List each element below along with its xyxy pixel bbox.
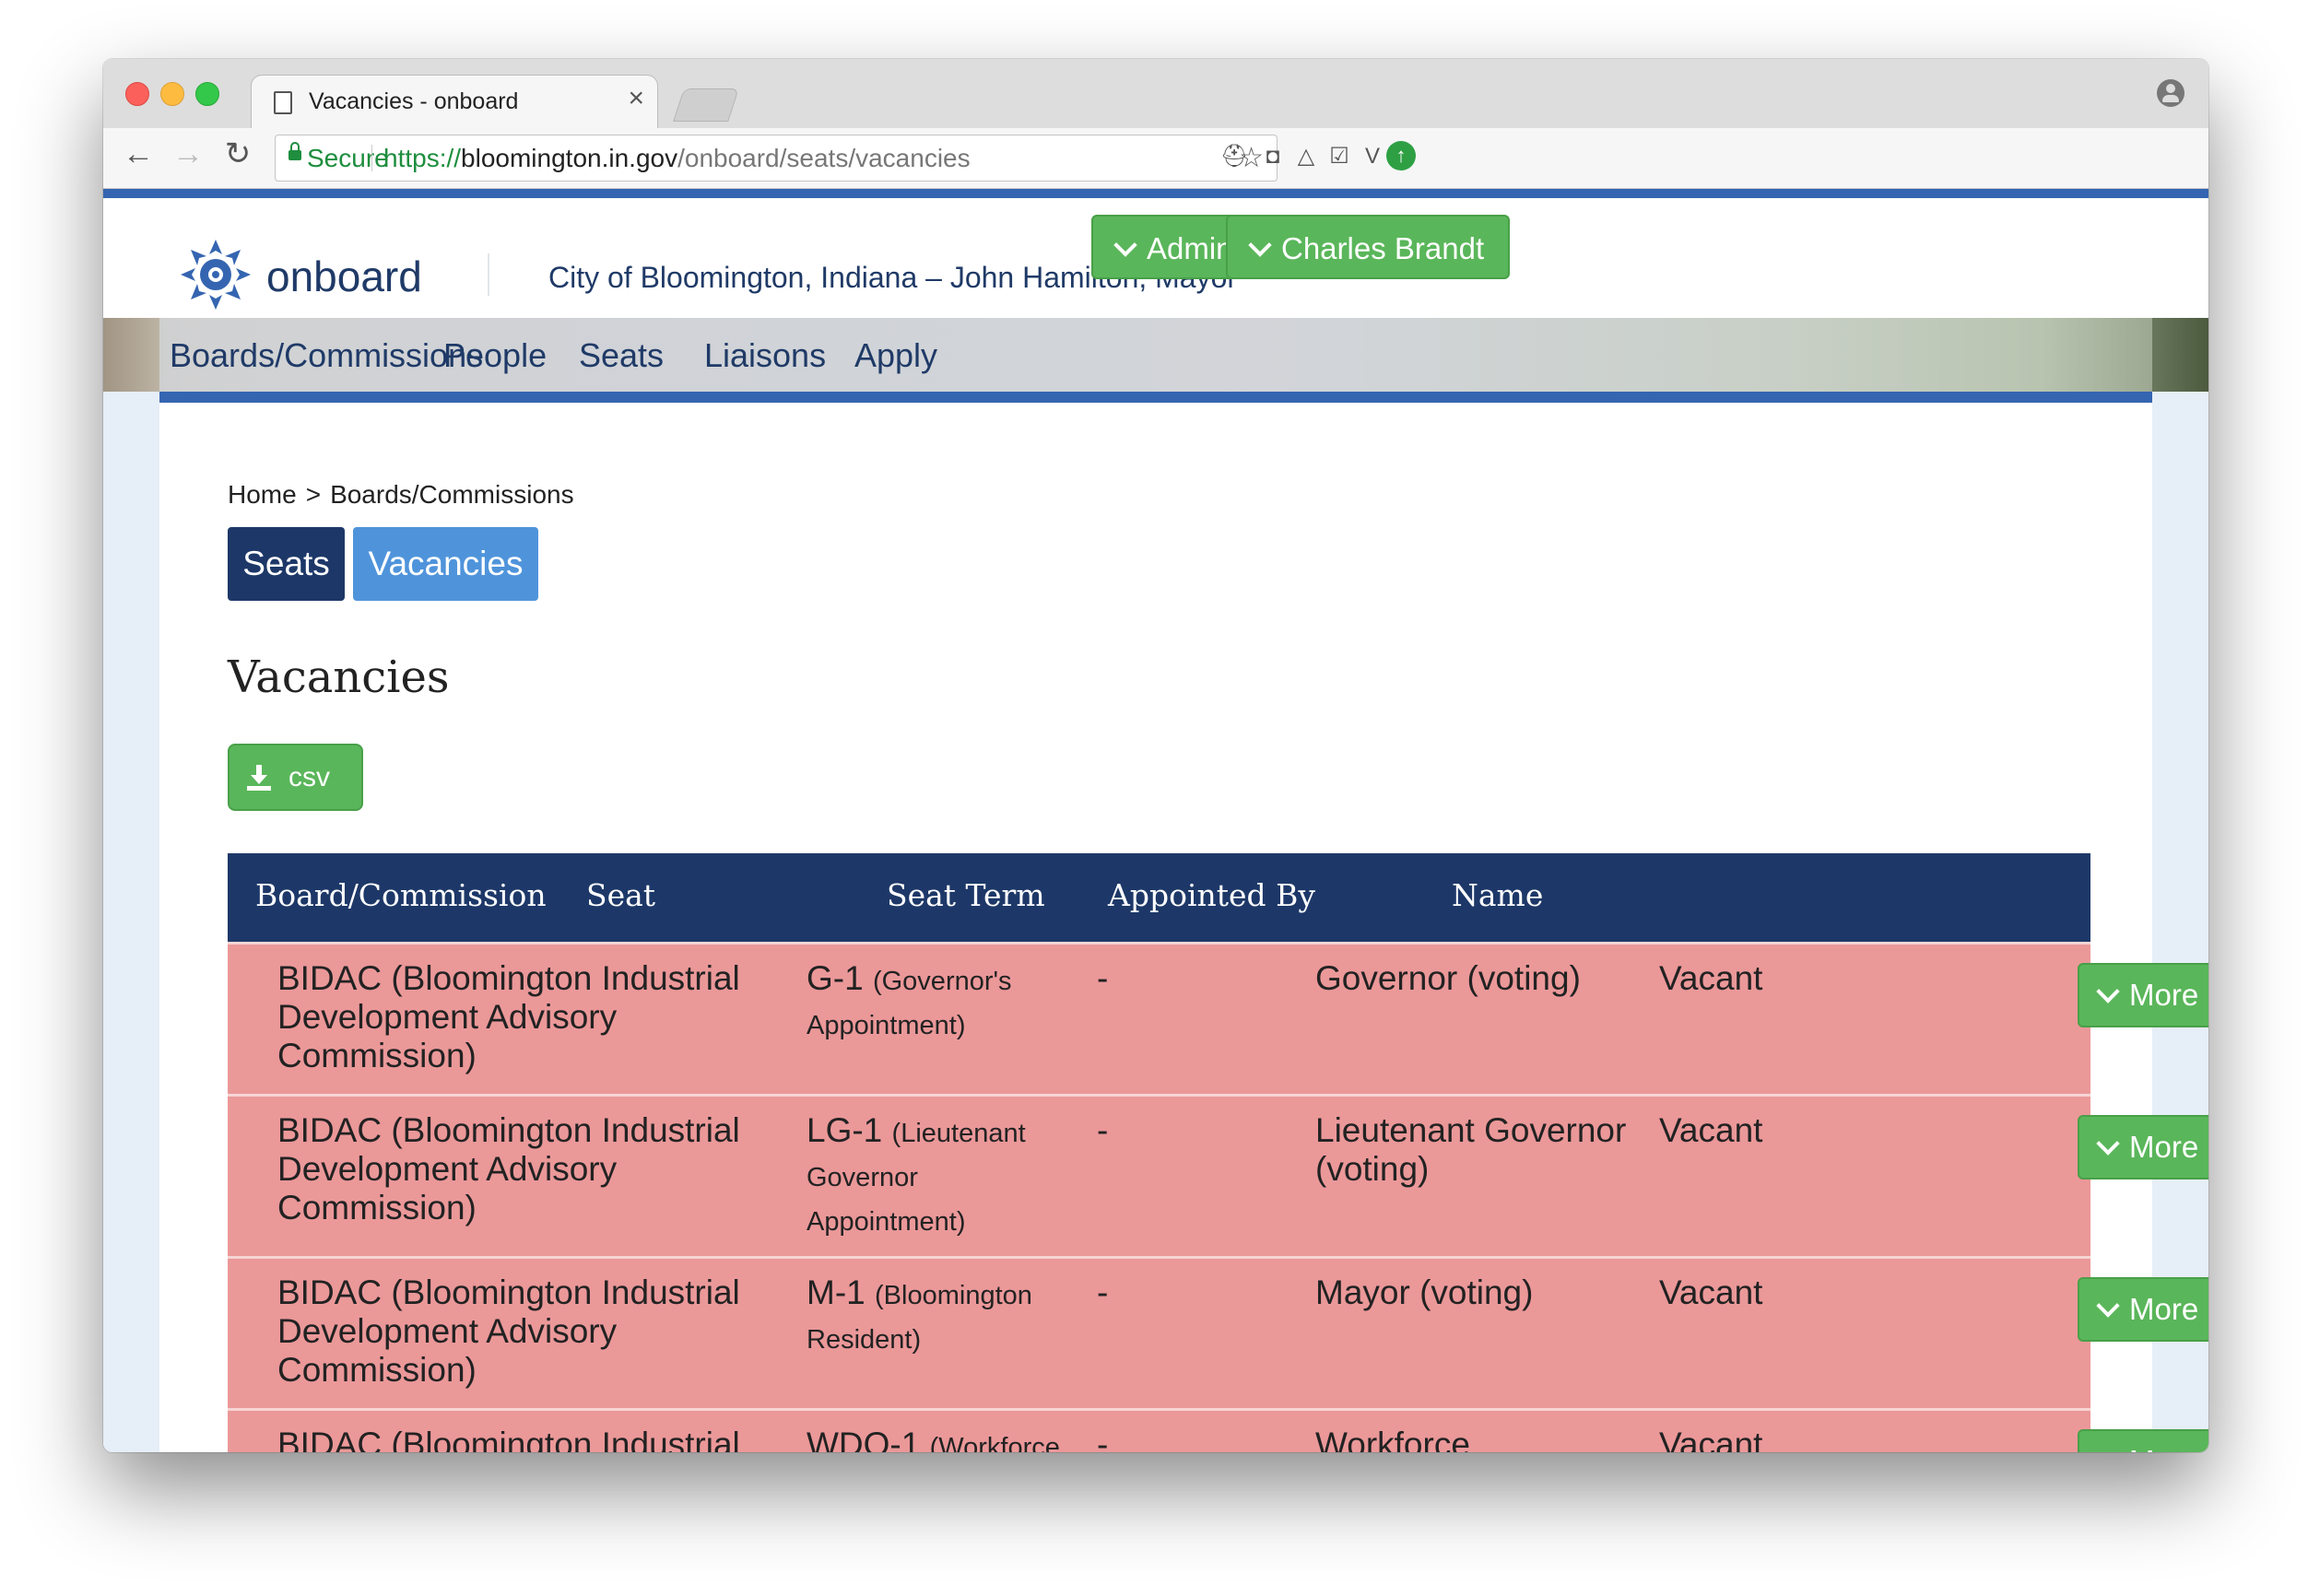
chevron-down-icon <box>1113 233 1137 257</box>
seat-cell: WDO-1 (Workforce <box>807 1426 1060 1452</box>
url-text: https://bloomington.in.gov/onboard/seats… <box>383 144 971 172</box>
table-header: Board/Commission Seat Seat Term Appointe… <box>228 853 2090 942</box>
term-cell: - <box>1097 959 1109 997</box>
user-menu-button[interactable]: Charles Brandt <box>1226 215 1511 279</box>
browser-tab[interactable]: Vacancies - onboard × <box>251 75 658 131</box>
main-nav: Boards/Commissions People Seats Liaisons… <box>103 318 2208 392</box>
col-appointed-by: Appointed By <box>1108 877 1316 913</box>
appointed-by-cell: Governor (voting) <box>1315 959 1581 997</box>
appointed-by-cell: Workforce Development Off <box>1315 1426 1470 1452</box>
breadcrumb-separator: > <box>305 480 322 509</box>
table-row: BIDAC (Bloomington Industrial Developmen… <box>228 942 2208 1094</box>
web-page: onboard City of Bloomington, Indiana – J… <box>103 189 2208 1452</box>
site-header: onboard City of Bloomington, Indiana – J… <box>103 198 2208 318</box>
tab-title: Vacancies - onboard <box>309 88 519 114</box>
upload-icon[interactable]: ↑ <box>1386 141 1416 170</box>
board-cell: BIDAC (Bloomington Industrial Developmen… <box>277 1273 740 1389</box>
col-board: Board/Commission <box>255 877 547 913</box>
name-cell: Vacant <box>1659 1273 1763 1311</box>
chevron-down-icon <box>2096 980 2120 1003</box>
seats-tab[interactable]: Seats <box>228 527 345 601</box>
profile-icon[interactable] <box>2157 79 2184 107</box>
csv-label: csv <box>288 762 330 792</box>
board-cell: BIDAC (Bloomington Industrial Developmen… <box>277 959 740 1074</box>
col-seat: Seat <box>586 877 656 913</box>
page-title: Vacancies <box>228 651 450 703</box>
more-button[interactable]: More <box>2078 1429 2208 1452</box>
nav-boards-commissions[interactable]: Boards/Commissions <box>170 336 483 375</box>
drive-icon[interactable]: △ <box>1292 143 1320 170</box>
vacancies-tab[interactable]: Vacancies <box>353 527 538 601</box>
chevron-down-icon <box>2096 1294 2120 1318</box>
board-cell: BIDAC (Bloomington Industrial Developmen… <box>277 1111 740 1226</box>
csv-download-button[interactable]: csv <box>228 744 363 811</box>
back-arrow-icon[interactable]: ← <box>120 135 157 172</box>
table-row: BIDAC (Bloomington Industrial Developmen… <box>228 1408 2208 1452</box>
new-tab-button[interactable] <box>673 88 739 122</box>
seat-cell: G-1 (Governor's Appointment) <box>807 959 1012 1040</box>
name-cell: Vacant <box>1659 959 1763 997</box>
close-window-button[interactable] <box>125 82 149 106</box>
appointed-by-cell: Lieutenant Governor (voting) <box>1315 1111 1627 1188</box>
address-bar[interactable]: Secure https://bloomington.in.gov/onboar… <box>275 135 1278 182</box>
breadcrumb-current[interactable]: Boards/Commissions <box>330 480 574 509</box>
extension-hat-icon[interactable]: ⛑ <box>1220 143 1248 170</box>
brand-divider <box>488 253 489 296</box>
table-row: BIDAC (Bloomington Industrial Developmen… <box>228 1256 2208 1408</box>
reload-icon[interactable]: ↻ <box>219 135 256 172</box>
browser-window: Vacancies - onboard × ← → ↻ Secure https… <box>103 59 2208 1452</box>
minimize-window-button[interactable] <box>160 82 184 106</box>
nav-people[interactable]: People <box>443 336 547 375</box>
more-button[interactable]: More <box>2078 963 2208 1027</box>
page-icon <box>274 91 292 114</box>
pocket-icon[interactable]: ◘ <box>1259 143 1287 170</box>
download-icon <box>247 765 271 791</box>
save-to-pocket-icon[interactable]: ☑ <box>1325 143 1353 170</box>
nav-liaisons[interactable]: Liaisons <box>704 336 826 375</box>
board-cell: BIDAC (Bloomington Industrial Developmen… <box>277 1426 740 1452</box>
vimeo-icon[interactable]: V <box>1359 143 1386 170</box>
tab-bar: Vacancies - onboard × <box>103 59 2208 131</box>
col-name: Name <box>1452 877 1544 913</box>
col-seat-term: Seat Term <box>887 877 1045 913</box>
chevron-down-icon <box>2096 1446 2120 1452</box>
url-divider <box>371 145 372 171</box>
browser-toolbar: ← → ↻ Secure https://bloomington.in.gov/… <box>103 128 2208 189</box>
seat-cell: LG-1 (Lieutenant Governor Appointment) <box>807 1111 1026 1237</box>
appointed-by-cell: Mayor (voting) <box>1315 1273 1534 1311</box>
term-cell: - <box>1097 1273 1109 1311</box>
nav-seats[interactable]: Seats <box>579 336 664 375</box>
forward-arrow-icon[interactable]: → <box>170 135 206 172</box>
main-content: Home > Boards/Commissions Seats Vacancies … <box>159 403 2208 1452</box>
secure-label: Secure <box>307 144 389 172</box>
top-accent-band <box>103 189 2208 198</box>
brand-name[interactable]: onboard <box>266 252 422 301</box>
vacancies-table: Board/Commission Seat Seat Term Appointe… <box>228 853 2208 1452</box>
term-cell: - <box>1097 1111 1109 1149</box>
chevron-down-icon <box>2096 1132 2120 1156</box>
table-row: BIDAC (Bloomington Industrial Developmen… <box>228 1094 2208 1256</box>
chevron-down-icon <box>1248 233 1272 257</box>
seat-cell: M-1 (Bloomington Resident) <box>807 1273 1032 1355</box>
lock-icon <box>288 142 301 160</box>
term-cell: - <box>1097 1426 1109 1452</box>
maximize-window-button[interactable] <box>195 82 219 106</box>
name-cell: Vacant <box>1659 1111 1763 1149</box>
name-cell: Vacant <box>1659 1426 1763 1452</box>
more-button[interactable]: More <box>2078 1115 2208 1179</box>
breadcrumb-home[interactable]: Home <box>228 480 297 509</box>
close-tab-icon[interactable]: × <box>628 85 644 112</box>
nav-underline <box>159 392 2152 403</box>
more-button[interactable]: More <box>2078 1277 2208 1342</box>
breadcrumb: Home > Boards/Commissions <box>228 480 574 510</box>
snowflake-logo-icon[interactable] <box>179 238 253 311</box>
nav-apply[interactable]: Apply <box>854 336 937 375</box>
